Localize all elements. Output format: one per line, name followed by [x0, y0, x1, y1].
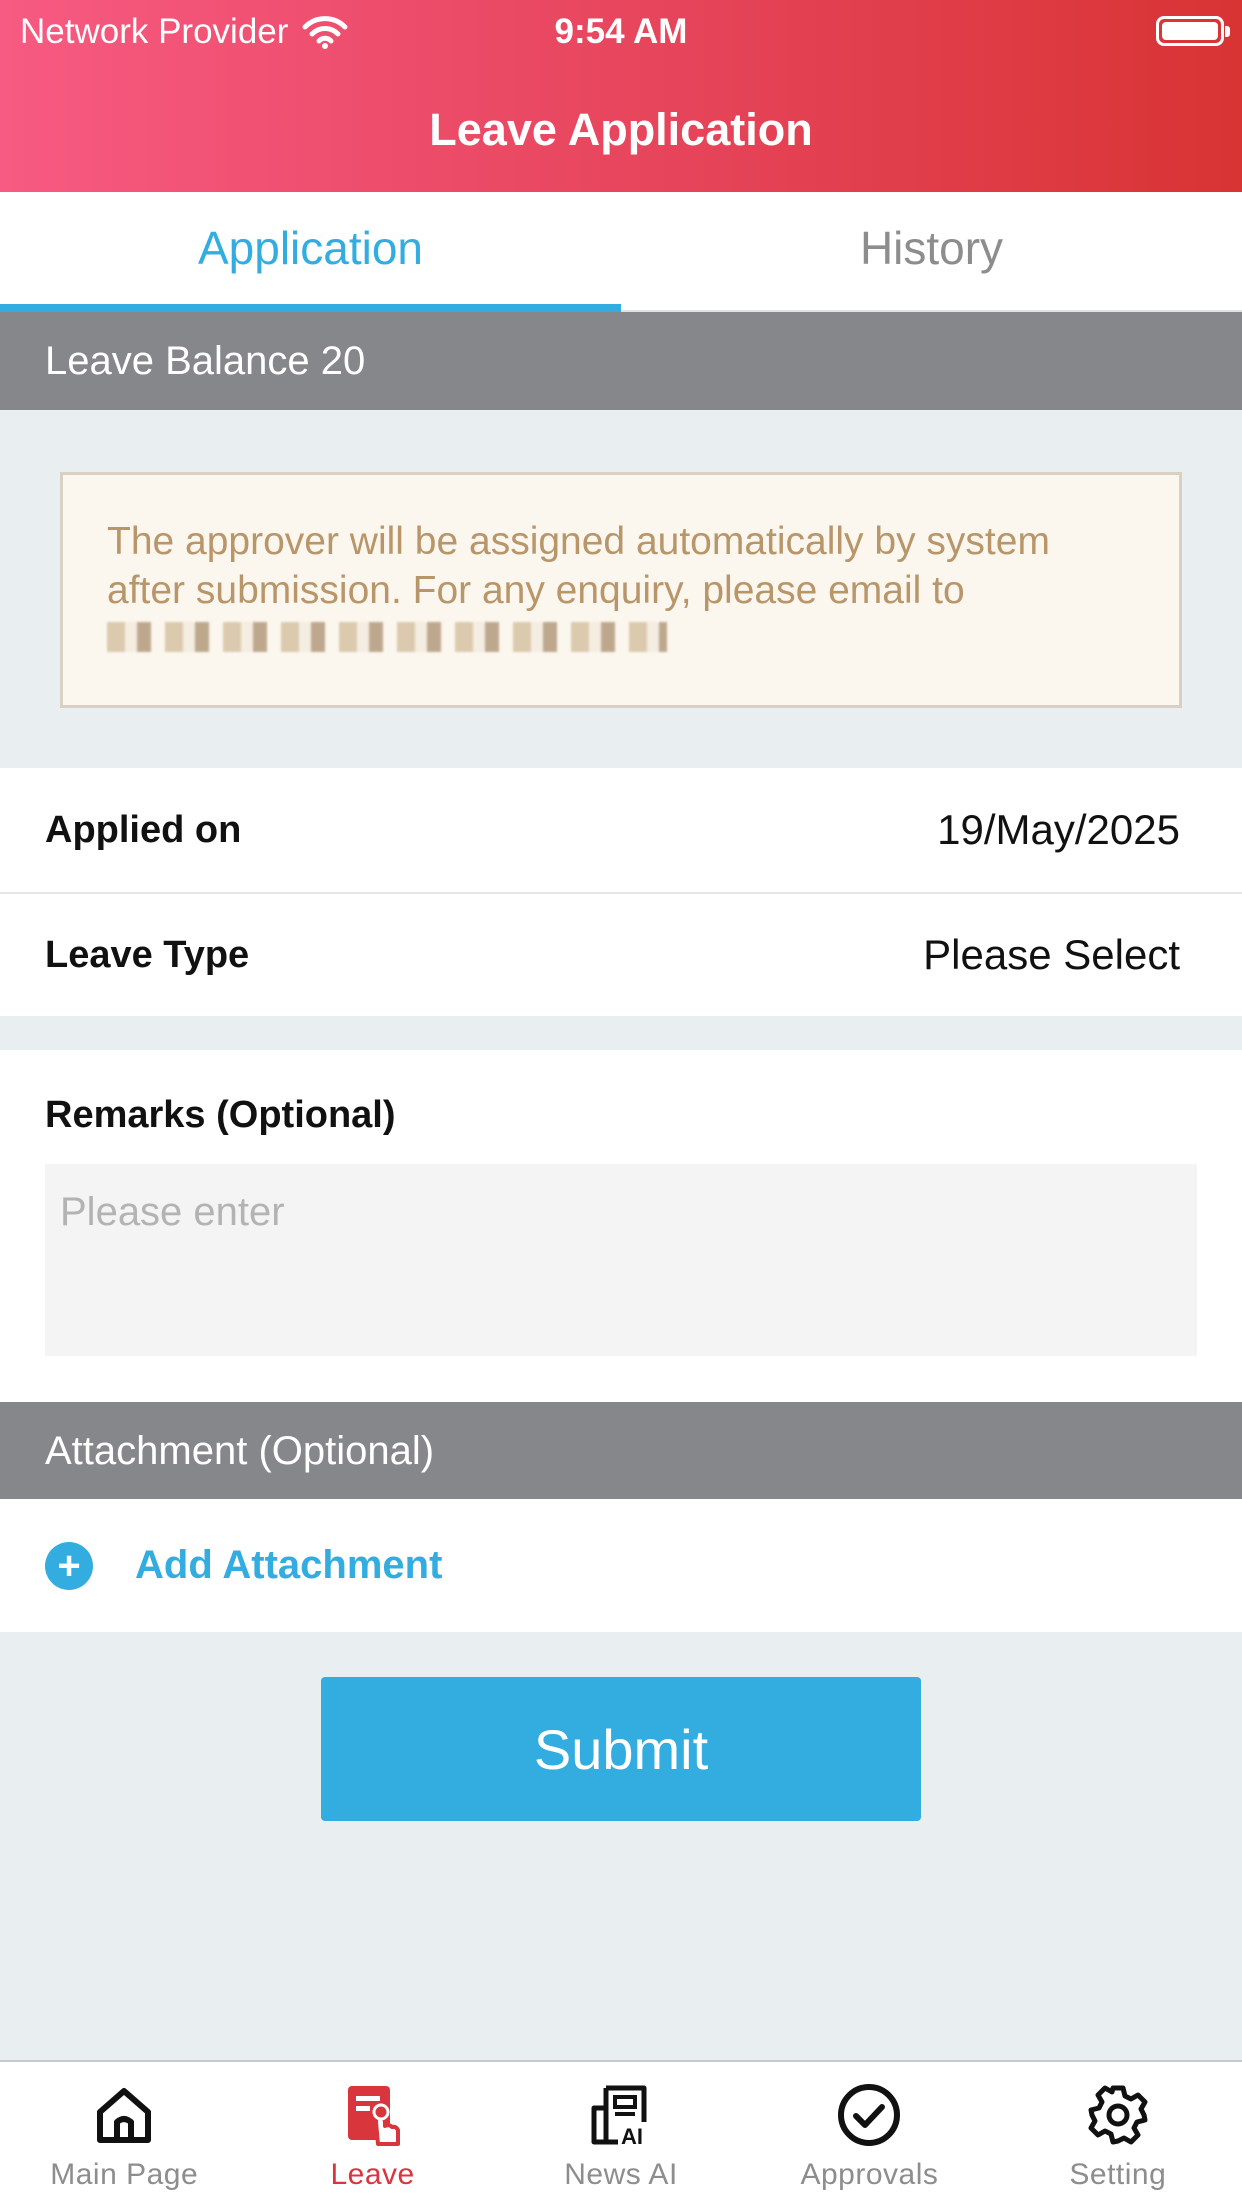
plus-circle-icon[interactable]: +: [45, 1541, 93, 1590]
add-attachment-button[interactable]: + Add Attachment: [0, 1499, 1242, 1632]
attachment-section-header: Attachment (Optional): [0, 1402, 1242, 1500]
attachment-section-title: Attachment (Optional): [45, 1428, 435, 1473]
notice-text-line1: The approver will be assigned automatica…: [107, 520, 1050, 563]
home-icon: [97, 2088, 152, 2143]
status-time: 9:54 AM: [554, 12, 688, 51]
news-ai-icon: AI: [591, 2085, 647, 2148]
nav-main-page-label: Main Page: [50, 2158, 199, 2191]
nav-main-page[interactable]: Main Page: [0, 2062, 248, 2208]
approver-notice: The approver will be assigned automatica…: [60, 472, 1182, 708]
leave-balance-bar: Leave Balance 20: [0, 312, 1242, 410]
applied-on-label: Applied on: [45, 808, 242, 851]
nav-news-ai[interactable]: AI News AI: [497, 2062, 745, 2208]
leave-type-row[interactable]: Leave Type Please Select: [0, 894, 1242, 1016]
leave-type-label: Leave Type: [45, 933, 250, 976]
nav-leave-label: Leave: [330, 2158, 415, 2191]
nav-leave[interactable]: Leave: [248, 2062, 496, 2208]
svg-text:AI: AI: [621, 2124, 643, 2148]
tab-bar: Application History: [0, 192, 1242, 312]
nav-approvals[interactable]: Approvals: [745, 2062, 993, 2208]
bottom-nav: Main Page Leave AI News AI Approvals Set…: [0, 2060, 1242, 2208]
leave-type-select[interactable]: Please Select: [923, 931, 1180, 979]
add-attachment-label[interactable]: Add Attachment: [135, 1543, 442, 1588]
nav-setting-label: Setting: [1069, 2158, 1167, 2191]
nav-approvals-label: Approvals: [800, 2158, 939, 2191]
submit-button[interactable]: Submit: [321, 1677, 921, 1821]
leave-icon: [347, 2086, 400, 2146]
battery-icon: [1156, 16, 1230, 46]
page-title: Leave Application: [429, 104, 813, 155]
check-circle-icon: [838, 2084, 901, 2146]
nav-setting[interactable]: Setting: [994, 2062, 1242, 2208]
nav-news-ai-label: News AI: [564, 2158, 678, 2191]
applied-on-value: 19/May/2025: [937, 806, 1180, 853]
remarks-section: Remarks (Optional): [0, 1050, 1242, 1402]
remarks-label: Remarks (Optional): [45, 1094, 396, 1136]
leave-balance-text: Leave Balance 20: [45, 338, 366, 383]
tab-history[interactable]: History: [621, 192, 1242, 310]
redacted-email: [107, 622, 667, 652]
notice-text-line2: after submission. For any enquiry, pleas…: [107, 569, 965, 612]
tab-application[interactable]: Application: [0, 192, 621, 312]
applied-on-row: Applied on 19/May/2025: [0, 768, 1242, 892]
app-header: Network Provider 9:54 AM Leave Applicati…: [0, 0, 1242, 192]
status-bar: Network Provider 9:54 AM: [0, 0, 1242, 62]
remarks-input[interactable]: [45, 1164, 1197, 1356]
gear-icon: [1088, 2085, 1148, 2145]
